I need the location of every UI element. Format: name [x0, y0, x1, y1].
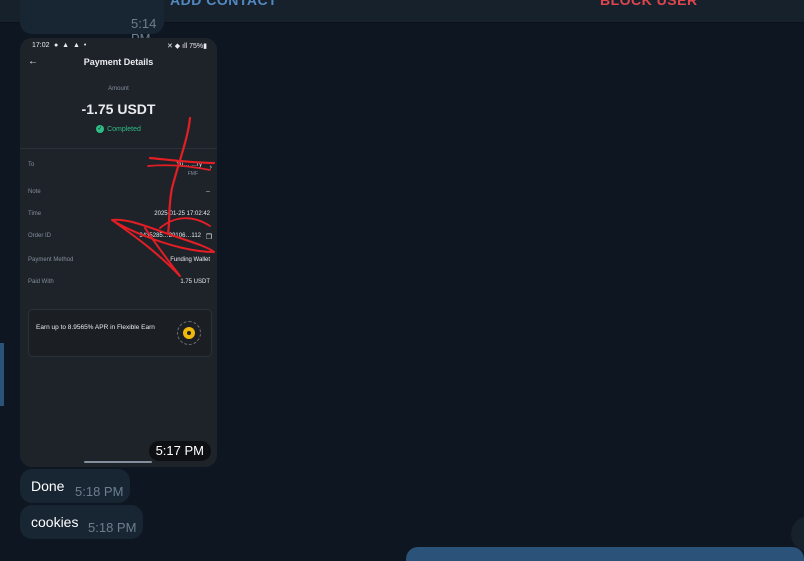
status-completed: ✓ Completed: [20, 125, 217, 133]
payment-details-header: ← Payment Details: [20, 56, 217, 70]
check-circle-icon: ✓: [96, 125, 105, 133]
message-text: Done: [31, 478, 65, 494]
photo-message[interactable]: 17:02 ● ▲ ▲ • ✕ ◆ ıll 75%▮ ← Payment Det…: [20, 38, 217, 467]
add-contact-button[interactable]: ADD CONTACT: [170, 0, 277, 8]
message-bubble-done[interactable]: Done 5:18 PM: [20, 469, 130, 503]
chevron-right-icon: ›: [209, 164, 212, 171]
phone-status-bar: 17:02 ● ▲ ▲ • ✕ ◆ ıll 75%▮: [32, 42, 207, 52]
detail-value: Funding Wallet: [170, 257, 210, 263]
detail-row-paid-with: Paid With 1.75 USDT: [28, 279, 210, 289]
coin-icon: [177, 321, 201, 345]
message-text: cookies: [31, 514, 79, 530]
block-user-button[interactable]: BLOCK USER: [600, 0, 698, 8]
detail-row-order-id: Order ID 3435285…29106…112 ❐: [28, 233, 212, 243]
message-time: 5:18 PM: [75, 484, 124, 499]
detail-row-payment-method: Payment Method Funding Wallet: [28, 257, 210, 267]
detail-label: Time: [28, 211, 42, 217]
detail-label: Note: [28, 189, 41, 195]
detail-row-note: Note --: [28, 189, 210, 199]
detail-subvalue: FMF: [187, 171, 198, 177]
detail-label: Payment Method: [28, 257, 74, 263]
copy-icon: ❐: [205, 234, 212, 241]
message-time: 5:17 PM: [148, 441, 211, 461]
left-edge-indicator: [0, 343, 4, 406]
phone-status-time: 17:02: [32, 42, 50, 49]
payment-details-title: Payment Details: [83, 57, 154, 67]
amount-label: Amount: [108, 86, 129, 92]
divider: [20, 148, 217, 149]
payment-screenshot-image[interactable]: 17:02 ● ▲ ▲ • ✕ ◆ ıll 75%▮ ← Payment Det…: [20, 38, 217, 467]
earn-promo-text: Earn up to 8.9565% APR in Flexible Earn: [36, 324, 155, 331]
detail-value: 2025-01-25 17:02:42: [154, 211, 210, 217]
notification-icons: ● ▲ ▲ •: [54, 42, 88, 49]
detail-row-time: Time 2025-01-25 17:02:42: [28, 211, 210, 221]
previous-message-bubble[interactable]: 5:14 PM: [20, 0, 164, 46]
message-time: 5:18 PM: [88, 520, 137, 535]
status-text: Completed: [107, 125, 141, 133]
detail-row-to: To Yu… …ry FMF ›: [28, 162, 212, 177]
message-bubble-cookies[interactable]: cookies 5:18 PM: [20, 505, 143, 539]
amount-value: -1.75 USDT: [81, 101, 156, 117]
home-indicator: [84, 461, 152, 463]
detail-label: To: [28, 162, 35, 168]
detail-value: 1.75 USDT: [180, 279, 210, 285]
earn-promo-card: Earn up to 8.9565% APR in Flexible Earn: [28, 309, 212, 357]
detail-label: Order ID: [28, 233, 52, 239]
detail-value: Yu… …ry: [176, 162, 202, 168]
battery-signal-icons: ✕ ◆ ıll 75%▮: [166, 43, 207, 50]
detail-value: 3435285…29106…112: [139, 233, 201, 239]
outgoing-message-bubble-partial[interactable]: [406, 547, 804, 561]
detail-label: Paid With: [28, 279, 54, 285]
detail-value: --: [206, 189, 210, 195]
